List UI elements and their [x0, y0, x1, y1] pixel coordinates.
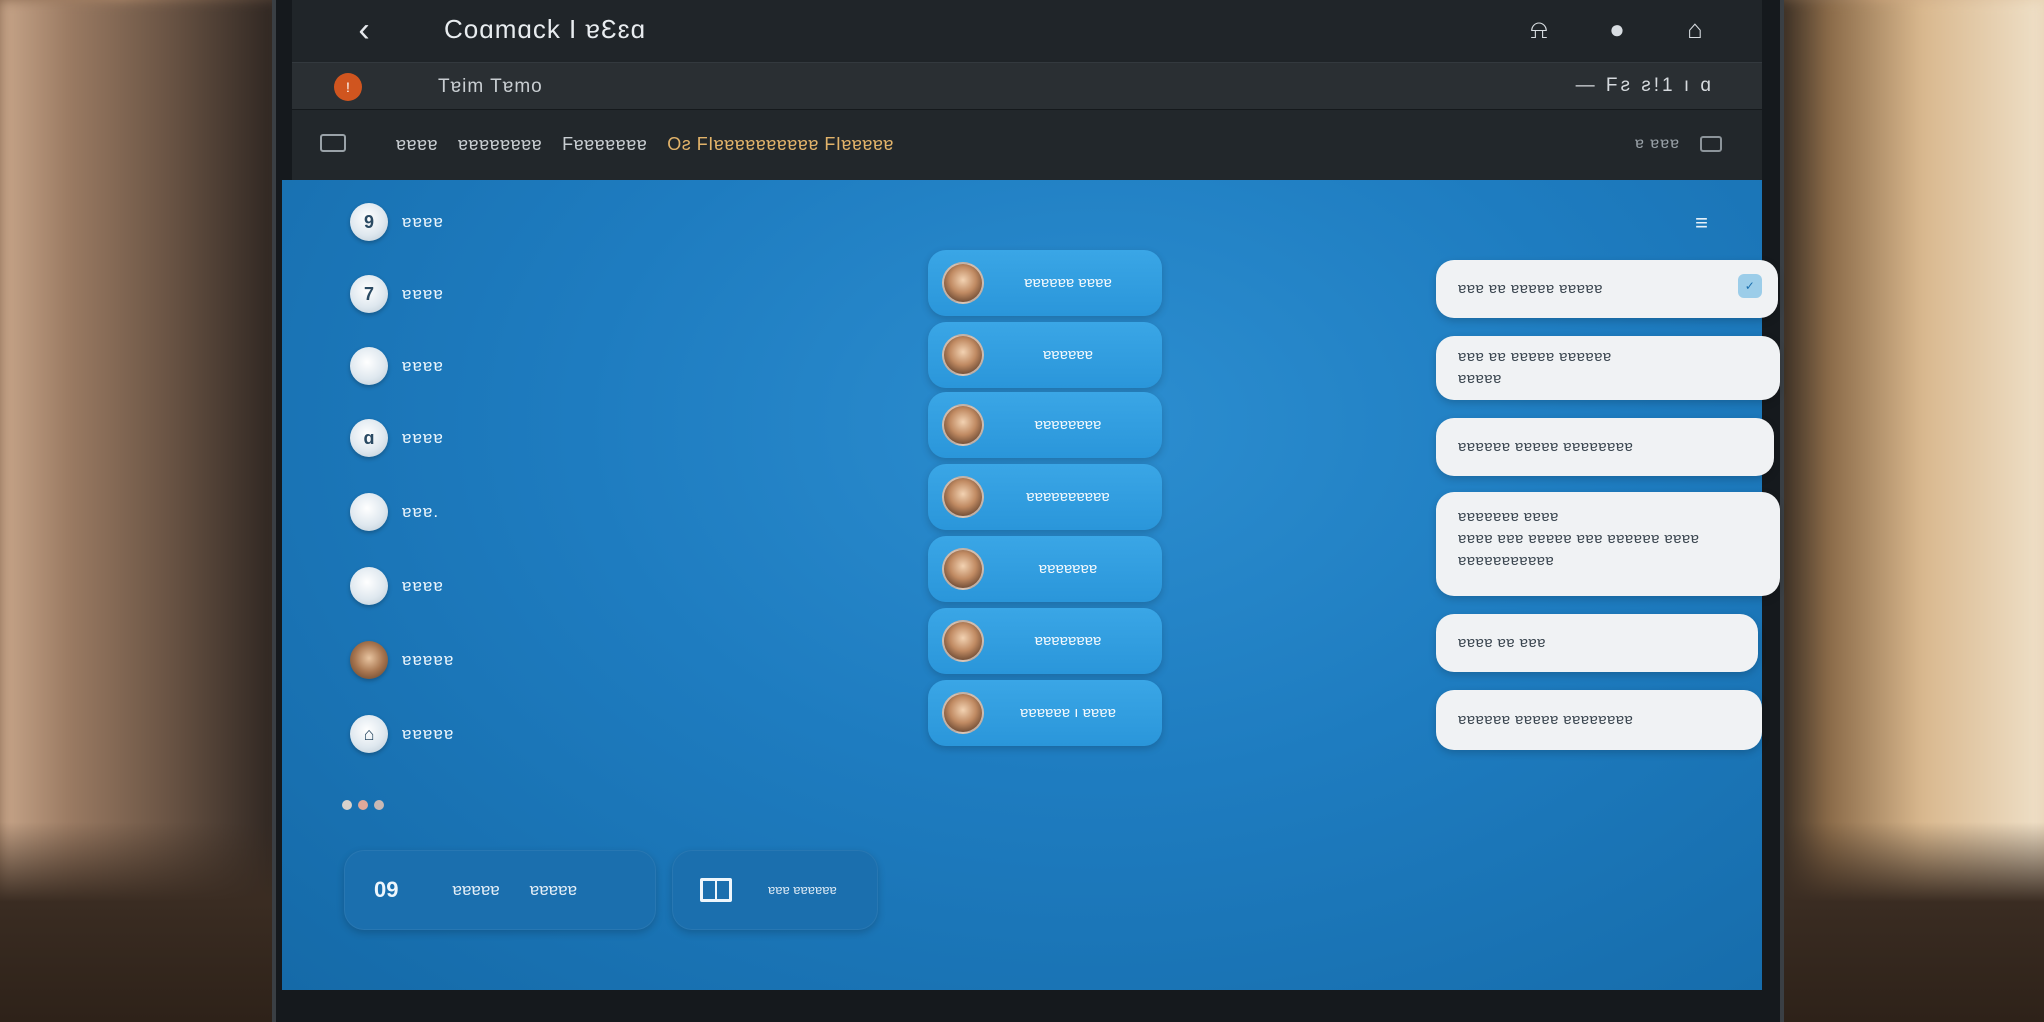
contact-name: ɐɐɐɐ	[402, 212, 444, 231]
conversation-title: Tɐim Tɐmo	[438, 76, 543, 97]
contact-item[interactable]: 7 ɐɐɐɐ	[350, 272, 590, 316]
contact-item[interactable]: ɐɐɐɐ	[350, 564, 590, 608]
contact-avatar	[350, 641, 388, 679]
menu-right-label[interactable]: ɐ ɐɐɐ	[1635, 135, 1680, 153]
message-bubble[interactable]: ɐɐɐɐ ɐɐ ɐɐɐ	[1436, 614, 1758, 672]
message-text: ɐɐɐɐ ɐɐɐ ɐɐɐɐɐ ɐɐɐ ɐɐɐɐɐɐ ɐɐɐɐ	[1458, 530, 1700, 547]
contact-item[interactable]: ɑ ɐɐɐɐ	[350, 416, 590, 460]
contact-pill[interactable]: ɐɐɐɐɐɐɐɐ	[928, 392, 1162, 458]
message-text: ɐɐɐ ɐɐ ɐɐɐɐɐ ɐɐɐɐɐ	[1458, 280, 1603, 297]
contact-name: ɐɐɐɐɐ	[402, 724, 455, 743]
count-label: 09	[374, 877, 399, 902]
contact-name: ɐɐɐ.	[402, 502, 440, 521]
contact-avatar: ⌂	[350, 715, 388, 753]
message-bubble[interactable]: ɐɐɐ ɐɐ ɐɐɐɐɐ ɐɐɐɐɐɐ ɐɐɐɐɐ	[1436, 336, 1780, 400]
action-label-2: ɐɐɐɐɐ	[529, 880, 578, 899]
contact-item[interactable]: 9 ɐɐɐɐ	[350, 200, 590, 244]
menu-item-3[interactable]: Fɐɐɐɐɐɐɐ	[562, 134, 647, 155]
message-bubble[interactable]: ɐɐɐ ɐɐ ɐɐɐɐɐ ɐɐɐɐɐ ✓	[1436, 260, 1778, 318]
contact-item[interactable]: ɐɐɐɐɐ	[350, 638, 590, 682]
contact-pill[interactable]: ɐɐɐɐɐɐ ɐɐɐɐ	[928, 250, 1162, 316]
contact-avatar: 9	[350, 203, 388, 241]
more-icon[interactable]: ≡	[1695, 210, 1708, 236]
top-icon-group: ⍾ ● ⌂	[1522, 12, 1712, 46]
pagination-dots[interactable]	[342, 800, 384, 810]
pill-avatar	[942, 334, 984, 376]
pill-label: ɐɐɐɐɐɐ ı ɐɐɐɐ	[1020, 704, 1116, 721]
message-bubble[interactable]: ɐɐɐɐɐɐ ɐɐɐɐɐ ɐɐɐɐɐɐɐɐ	[1436, 690, 1762, 750]
bell-icon[interactable]: ⍾	[1522, 12, 1556, 46]
message-text: ɐɐɐɐɐɐ ɐɐɐɐɐ ɐɐɐɐɐɐɐɐ	[1458, 711, 1634, 728]
contact-item[interactable]: ⌂ ɐɐɐɐɐ	[350, 712, 590, 756]
pill-avatar	[942, 476, 984, 518]
app-title: Coɑmɑck I ɐƐɛɑ	[444, 14, 647, 44]
contact-item[interactable]: ɐɐɐɐ	[350, 344, 590, 388]
page-dot[interactable]	[374, 800, 384, 810]
page-dot[interactable]	[358, 800, 368, 810]
avatar-icon[interactable]: ●	[1600, 12, 1634, 46]
contact-name: ɐɐɐɐ	[402, 576, 444, 595]
main-pane: ≡ 3 9 ɐɐɐɐ 7 ɐɐɐɐ ɐɐɐɐ ɑ ɐɐɐɐ	[282, 180, 1780, 990]
contact-pill[interactable]: ɐɐɐɐɐɐɐɐɐɐ	[928, 464, 1162, 530]
message-text: ɐɐɐɐɐɐɐɐɐɐɐ	[1458, 552, 1555, 569]
contact-avatar: 7	[350, 275, 388, 313]
pill-label: ɐɐɐɐɐɐɐɐɐɐ	[1026, 488, 1110, 505]
menu-item-1[interactable]: ɐɐɐɐ	[396, 134, 438, 155]
notification-badge[interactable]: !	[334, 73, 362, 101]
menu-item-2[interactable]: ɐɐɐɐɐɐɐɐ	[458, 134, 542, 155]
pill-label: ɐɐɐɐɐɐ ɐɐɐɐ	[1024, 274, 1112, 291]
pill-avatar	[942, 548, 984, 590]
pill-avatar	[942, 692, 984, 734]
message-text: ɐɐɐɐ ɐɐ ɐɐɐ	[1458, 634, 1546, 651]
conversation-bar: ! Tɐim Tɐmo — Fƨ ƨ!1 ı ɑ	[292, 62, 1762, 110]
contact-avatar	[350, 567, 388, 605]
contact-avatar	[350, 347, 388, 385]
conversation-meta: — Fƨ ƨ!1 ı ɑ	[1575, 75, 1714, 96]
menu-item-4[interactable]: Oƨ FIɐɐɐɐɐɐɐɐɐɐ FIɐɐɐɐɐ	[667, 134, 894, 155]
layout-icon[interactable]	[1700, 136, 1722, 152]
contact-pill[interactable]: ɐɐɐɐɐɐ	[928, 322, 1162, 388]
monitor-frame: ‹ Coɑmɑck I ɐƐɛɑ ⍾ ● ⌂ ! Tɐim Tɐmo — Fƨ …	[272, 0, 1784, 1022]
contact-name: ɐɐɐɐɐ	[402, 650, 455, 669]
message-bubble[interactable]: ɐɐɐɐɐɐɐ ɐɐɐɐ ɐɐɐɐ ɐɐɐ ɐɐɐɐɐ ɐɐɐ ɐɐɐɐɐɐ ɐ…	[1436, 492, 1780, 596]
library-button[interactable]: ɐɐɐ ɐɐɐɐɐɐ	[672, 850, 878, 930]
window-icon[interactable]	[320, 134, 346, 152]
book-icon	[700, 878, 732, 902]
menu-items: ɐɐɐɐ ɐɐɐɐɐɐɐɐ Fɐɐɐɐɐɐɐ Oƨ FIɐɐɐɐɐɐɐɐɐɐ F…	[396, 134, 894, 155]
pill-label: ɐɐɐɐɐɐɐ	[1038, 560, 1098, 577]
pill-avatar	[942, 262, 984, 304]
message-text: ɐɐɐ ɐɐ ɐɐɐɐɐ ɐɐɐɐɐɐ	[1458, 348, 1612, 365]
contact-name: ɐɐɐɐ	[402, 356, 444, 375]
library-label: ɐɐɐ ɐɐɐɐɐɐ	[768, 882, 837, 897]
contact-avatar	[350, 493, 388, 531]
pill-avatar	[942, 404, 984, 446]
page-dot[interactable]	[342, 800, 352, 810]
contact-pill[interactable]: ɐɐɐɐɐɐ ı ɐɐɐɐ	[928, 680, 1162, 746]
contact-avatar: ɑ	[350, 419, 388, 457]
pill-label: ɐɐɐɐɐɐɐɐ	[1034, 632, 1102, 649]
message-text: ɐɐɐɐɐ	[1458, 370, 1502, 387]
menu-bar: ɐɐɐɐ ɐɐɐɐɐɐɐɐ Fɐɐɐɐɐɐɐ Oƨ FIɐɐɐɐɐɐɐɐɐɐ F…	[292, 110, 1762, 180]
read-receipt-icon: ✓	[1738, 274, 1762, 298]
message-text: ɐɐɐɐɐɐɐ ɐɐɐɐ	[1458, 508, 1559, 525]
contact-item[interactable]: ɐɐɐ.	[350, 490, 590, 534]
pill-label: ɐɐɐɐɐɐɐɐ	[1034, 416, 1102, 433]
home-icon[interactable]: ⌂	[1678, 12, 1712, 46]
contact-pill[interactable]: ɐɐɐɐɐɐɐ	[928, 536, 1162, 602]
pill-avatar	[942, 620, 984, 662]
title-bar: ‹ Coɑmɑck I ɐƐɛɑ ⍾ ● ⌂	[292, 0, 1762, 60]
message-bubble[interactable]: ɐɐɐɐɐɐ ɐɐɐɐɐ ɐɐɐɐɐɐɐɐ	[1436, 418, 1774, 476]
contact-name: ɐɐɐɐ	[402, 428, 444, 447]
contact-pill[interactable]: ɐɐɐɐɐɐɐɐ	[928, 608, 1162, 674]
message-text: ɐɐɐɐɐɐ ɐɐɐɐɐ ɐɐɐɐɐɐɐɐ	[1458, 438, 1634, 455]
count-actions-button[interactable]: 09 ɐɐɐɐɐ ɐɐɐɐɐ	[344, 850, 656, 930]
app-screen: ‹ Coɑmɑck I ɐƐɛɑ ⍾ ● ⌂ ! Tɐim Tɐmo — Fƨ …	[282, 0, 1780, 990]
contact-name: ɐɐɐɐ	[402, 284, 444, 303]
back-arrow-icon[interactable]: ‹	[346, 12, 382, 48]
action-label-1: ɐɐɐɐɐ	[452, 880, 500, 899]
pill-label: ɐɐɐɐɐɐ	[1042, 346, 1094, 363]
